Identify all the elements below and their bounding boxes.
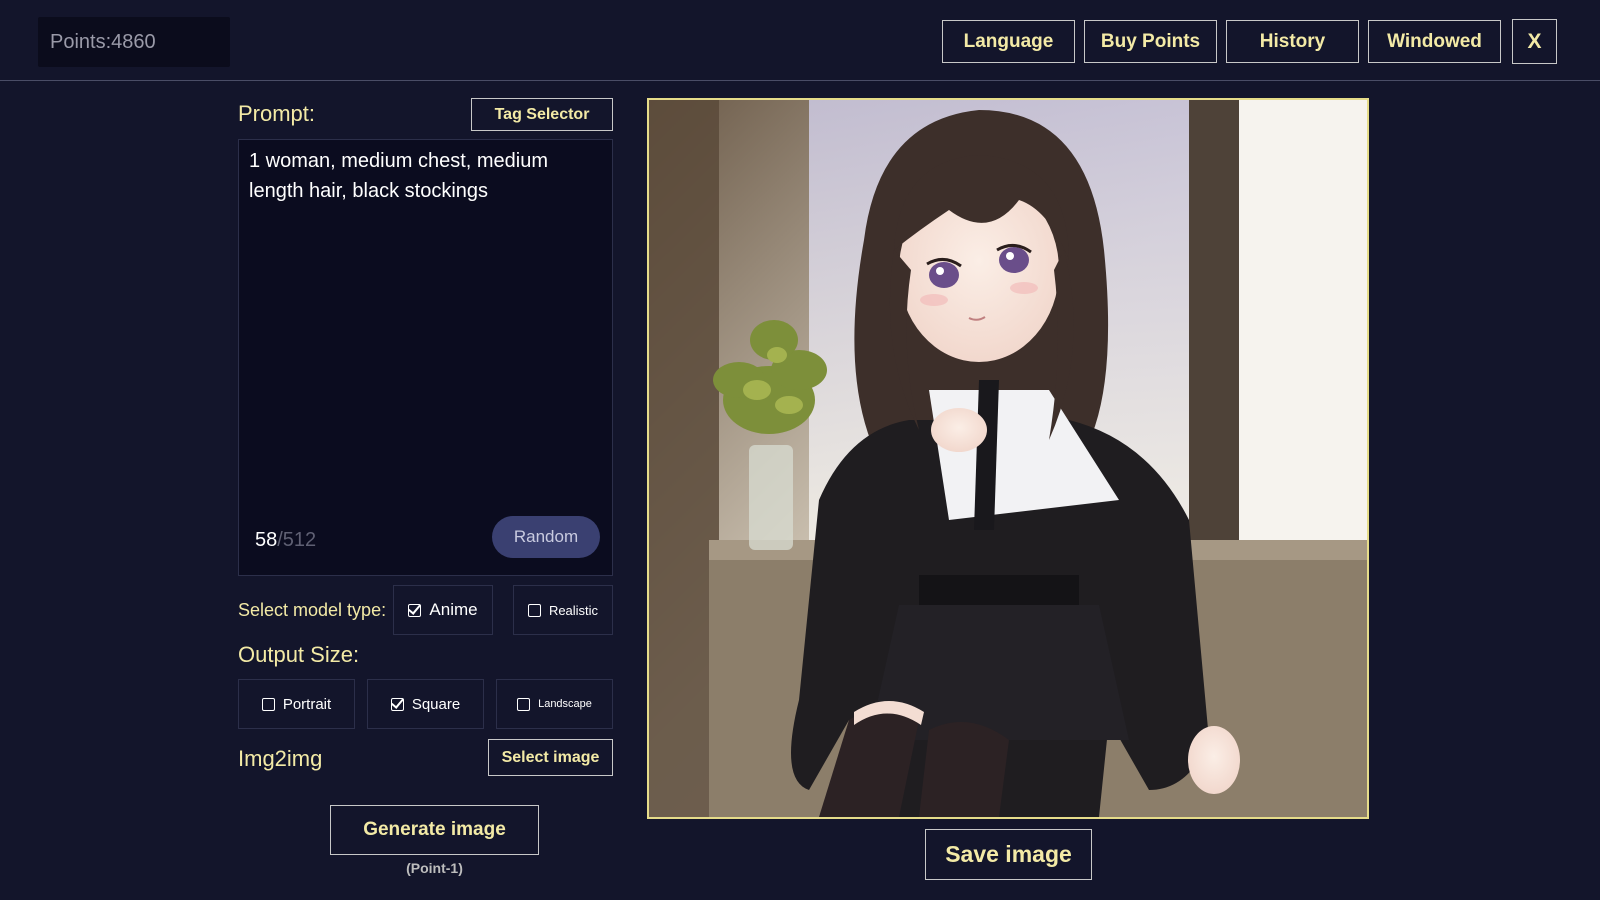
model-option-anime[interactable]: Anime [393, 585, 493, 635]
character-counter: 58/512 [255, 529, 316, 552]
model-option-label: Anime [429, 600, 478, 619]
model-type-label: Select model type: [238, 600, 387, 620]
model-option-label: Realistic [548, 602, 599, 618]
select-image-button[interactable]: Select image [488, 739, 613, 776]
history-button[interactable]: History [1226, 20, 1359, 63]
prompt-label: Prompt: [238, 101, 316, 126]
size-option-square[interactable]: Square [367, 679, 484, 729]
checkbox-unchecked-icon [261, 697, 275, 711]
output-size-label: Output Size: [238, 642, 360, 667]
language-button[interactable]: Language [942, 20, 1075, 63]
size-option-label: Landscape [538, 698, 592, 710]
character-count-current: 58 [255, 529, 278, 551]
character-count-max: /512 [277, 529, 317, 551]
size-option-label: Portrait [282, 695, 332, 713]
windowed-button[interactable]: Windowed [1368, 20, 1501, 63]
generate-cost-note: (Point-1) [406, 860, 463, 876]
close-button[interactable]: X [1512, 19, 1557, 64]
points-display: Points:4860 [38, 17, 230, 67]
generated-image [647, 98, 1369, 819]
prompt-textarea[interactable]: 1 woman, medium chest, medium length hai… [238, 139, 613, 576]
size-option-label: Square [411, 695, 461, 713]
checkbox-checked-icon [390, 697, 404, 711]
generate-image-button[interactable]: Generate image [330, 805, 539, 855]
size-option-landscape[interactable]: Landscape [496, 679, 613, 729]
tag-selector-button[interactable]: Tag Selector [471, 98, 613, 131]
model-option-realistic[interactable]: Realistic [513, 585, 613, 635]
checkbox-unchecked-icon [517, 697, 531, 711]
save-image-button[interactable]: Save image [925, 829, 1092, 880]
size-option-portrait[interactable]: Portrait [238, 679, 355, 729]
buy-points-button[interactable]: Buy Points [1084, 20, 1217, 63]
prompt-text[interactable]: 1 woman, medium chest, medium length hai… [249, 146, 599, 206]
checkbox-checked-icon [408, 603, 422, 617]
random-button[interactable]: Random [492, 516, 600, 558]
generated-image-illustration [649, 100, 1367, 817]
checkbox-unchecked-icon [527, 603, 541, 617]
top-bar: Points:4860 Language Buy Points History … [0, 0, 1600, 81]
img2img-label: Img2img [238, 746, 323, 771]
